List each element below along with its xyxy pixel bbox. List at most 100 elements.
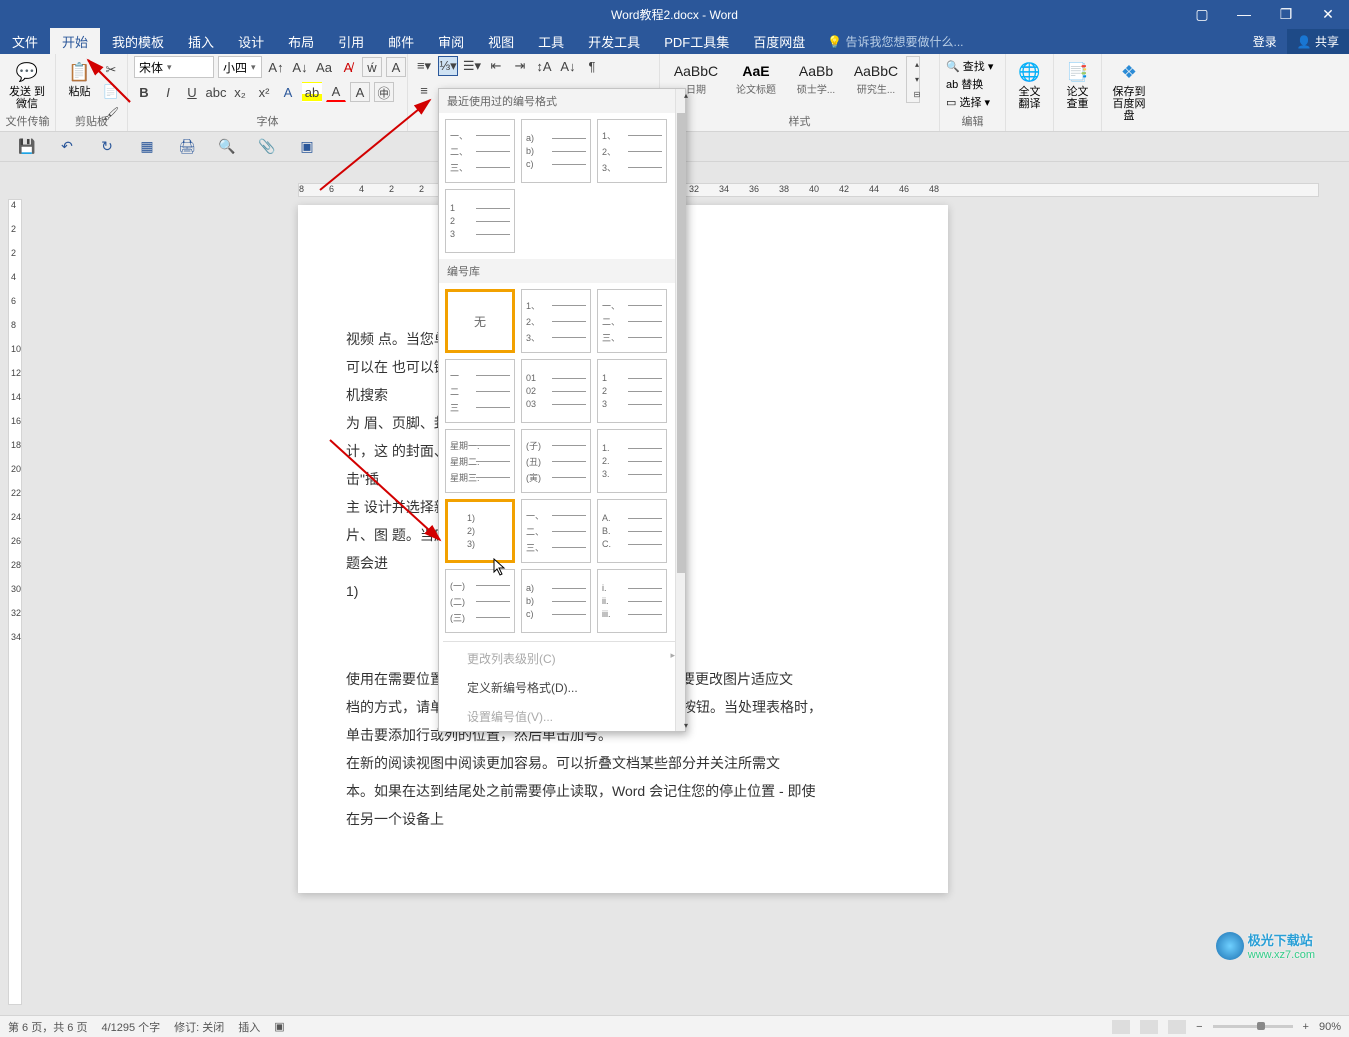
tab-home[interactable]: 开始 xyxy=(50,28,100,54)
qat-btn-5[interactable]: 🖨 xyxy=(178,138,196,156)
bullets-button[interactable]: ≡▾ xyxy=(414,56,434,76)
styles-down[interactable]: ▾ xyxy=(907,72,927,87)
decrease-indent-button[interactable]: ⇤ xyxy=(486,56,506,76)
qat-btn-8[interactable]: ▣ xyxy=(298,138,316,156)
char-shading-button[interactable]: A xyxy=(350,82,370,102)
font-size-select[interactable]: 小四▾ xyxy=(218,56,262,78)
tab-baidu[interactable]: 百度网盘 xyxy=(741,28,817,54)
style-graduate[interactable]: AaBbC研究生... xyxy=(846,56,906,102)
change-case-button[interactable]: Aa xyxy=(314,57,334,77)
zoom-level[interactable]: 90% xyxy=(1319,1021,1341,1033)
minimize-button[interactable]: — xyxy=(1223,0,1265,28)
show-marks-button[interactable]: ¶ xyxy=(582,56,602,76)
numbering-option[interactable]: i.ii.iii. xyxy=(597,569,667,633)
subscript-button[interactable]: x₂ xyxy=(230,82,250,102)
shrink-font-button[interactable]: A↓ xyxy=(290,57,310,77)
numbering-button[interactable]: ⅓▾ xyxy=(438,56,458,76)
zoom-in-button[interactable]: + xyxy=(1303,1021,1309,1033)
increase-indent-button[interactable]: ⇥ xyxy=(510,56,530,76)
text-direction-button[interactable]: ↕A xyxy=(534,56,554,76)
tab-templates[interactable]: 我的模板 xyxy=(100,28,176,54)
paste-button[interactable]: 📋 粘贴 xyxy=(62,56,97,98)
font-name-select[interactable]: 宋体▾ xyxy=(134,56,214,78)
numbering-option[interactable]: 010203 xyxy=(521,359,591,423)
underline-button[interactable]: U xyxy=(182,82,202,102)
revision-status[interactable]: 修订: 关闭 xyxy=(174,1019,224,1035)
numbering-option[interactable]: 一、二、三、 xyxy=(521,499,591,563)
thesis-check-button[interactable]: 📑论文 查重 xyxy=(1060,56,1095,110)
char-border-button[interactable]: A xyxy=(386,57,406,77)
strike-button[interactable]: abc xyxy=(206,82,226,102)
tab-dev[interactable]: 开发工具 xyxy=(576,28,652,54)
numbering-option[interactable]: 123 xyxy=(597,359,667,423)
numbering-option[interactable]: (子)(丑)(寅) xyxy=(521,429,591,493)
numbering-option[interactable]: 123 xyxy=(445,189,515,253)
qat-btn-6[interactable]: 🔍 xyxy=(218,138,236,156)
numbering-option[interactable]: a)b)c) xyxy=(521,569,591,633)
qat-btn-7[interactable]: 📎 xyxy=(258,138,276,156)
tab-design[interactable]: 设计 xyxy=(226,28,276,54)
login-button[interactable]: 登录 xyxy=(1243,33,1287,50)
vertical-ruler[interactable]: 42246810121416182022242628303234 xyxy=(8,199,22,1005)
redo-button[interactable]: ↻ xyxy=(98,138,116,156)
tab-view[interactable]: 视图 xyxy=(476,28,526,54)
styles-more[interactable]: ⊟ xyxy=(907,87,927,102)
italic-button[interactable]: I xyxy=(158,82,178,102)
tab-references[interactable]: 引用 xyxy=(326,28,376,54)
grow-font-button[interactable]: A↑ xyxy=(266,57,286,77)
bold-button[interactable]: B xyxy=(134,82,154,102)
tab-insert[interactable]: 插入 xyxy=(176,28,226,54)
numbering-option[interactable]: 一、二、三、 xyxy=(445,119,515,183)
numbering-option[interactable]: 星期一.星期二.星期三. xyxy=(445,429,515,493)
numbering-option[interactable]: (一)(二)(三) xyxy=(445,569,515,633)
font-color-button[interactable]: A xyxy=(326,82,346,102)
clear-format-button[interactable]: A̸ xyxy=(338,57,358,77)
superscript-button[interactable]: x² xyxy=(254,82,274,102)
qat-btn-4[interactable]: ▦ xyxy=(138,138,156,156)
style-master[interactable]: AaBb硕士学... xyxy=(786,56,846,102)
page-indicator[interactable]: 第 6 页，共 6 页 xyxy=(8,1019,87,1035)
copy-button[interactable]: 📄 xyxy=(101,82,121,102)
replace-button[interactable]: ab 替换 xyxy=(946,76,983,92)
baidu-save-button[interactable]: ❖保存到 百度网盘 xyxy=(1108,56,1150,122)
tab-mail[interactable]: 邮件 xyxy=(376,28,426,54)
cut-button[interactable]: ✂ xyxy=(101,60,121,80)
read-mode-button[interactable] xyxy=(1112,1020,1130,1034)
close-button[interactable]: ✕ xyxy=(1307,0,1349,28)
translate-button[interactable]: 🌐全文 翻译 xyxy=(1012,56,1047,110)
text-effects-button[interactable]: A xyxy=(278,82,298,102)
tell-me[interactable]: 💡 告诉我您想要做什么... xyxy=(827,33,963,50)
zoom-slider[interactable] xyxy=(1213,1025,1293,1028)
numbering-option[interactable]: 一、二、三、 xyxy=(597,289,667,353)
styles-up[interactable]: ▴ xyxy=(907,57,927,72)
numbering-option[interactable]: 1.2.3. xyxy=(597,429,667,493)
numbering-option[interactable]: 1、2、3、 xyxy=(597,119,667,183)
highlight-button[interactable]: ab xyxy=(302,82,322,102)
numbering-option[interactable]: 1)2)3) xyxy=(445,499,515,563)
tab-pdf[interactable]: PDF工具集 xyxy=(652,28,741,54)
numbering-option[interactable]: A.B.C. xyxy=(597,499,667,563)
sort-button[interactable]: A↓ xyxy=(558,56,578,76)
numbering-none[interactable]: 无 xyxy=(445,289,515,353)
restore-button[interactable]: ❐ xyxy=(1265,0,1307,28)
numbering-option[interactable]: a)b)c) xyxy=(521,119,591,183)
align-left-button[interactable]: ≡ xyxy=(414,80,434,100)
save-button[interactable]: 💾 xyxy=(18,138,36,156)
macro-indicator[interactable]: ▣ xyxy=(274,1020,284,1033)
pinyin-button[interactable]: ẃ xyxy=(362,57,382,77)
web-layout-button[interactable] xyxy=(1168,1020,1186,1034)
word-count[interactable]: 4/1295 个字 xyxy=(101,1019,160,1035)
dropdown-scrollbar[interactable]: ▴ ▾ xyxy=(675,89,685,731)
tab-tools[interactable]: 工具 xyxy=(526,28,576,54)
tab-review[interactable]: 审阅 xyxy=(426,28,476,54)
numbering-option[interactable]: 1、2、3、 xyxy=(521,289,591,353)
ribbon-options-button[interactable]: ▢ xyxy=(1181,0,1223,28)
multilevel-button[interactable]: ☰▾ xyxy=(462,56,482,76)
print-layout-button[interactable] xyxy=(1140,1020,1158,1034)
numbering-option[interactable]: 一二三 xyxy=(445,359,515,423)
tab-layout[interactable]: 布局 xyxy=(276,28,326,54)
tab-file[interactable]: 文件 xyxy=(0,28,50,54)
select-button[interactable]: ▭ 选择 ▾ xyxy=(946,94,990,110)
find-button[interactable]: 🔍 查找 ▾ xyxy=(946,58,993,74)
send-wechat-button[interactable]: 💬 发送 到微信 xyxy=(6,56,48,110)
